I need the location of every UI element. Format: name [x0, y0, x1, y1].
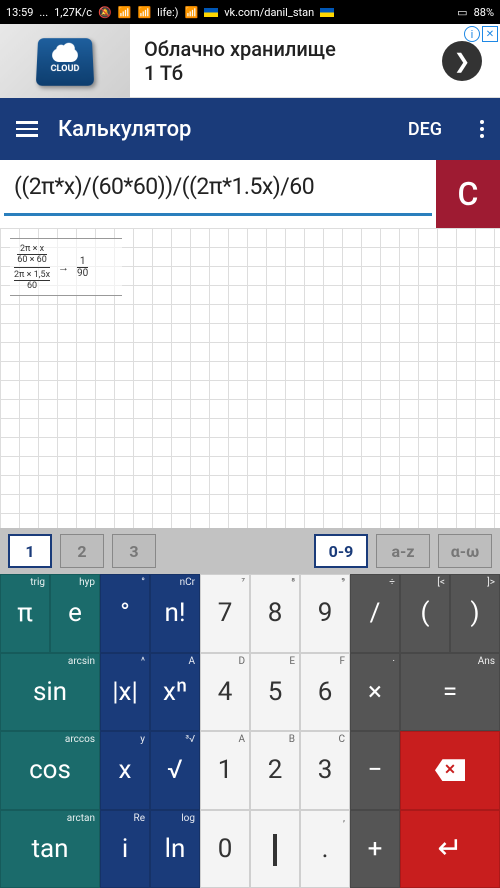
key-7[interactable]: ⁷7 — [200, 574, 250, 653]
result-display: 2π × x 60 × 60 2π × 1,5x 60 → 1 90 — [10, 238, 122, 296]
key-abs[interactable]: ^|x| — [100, 653, 150, 732]
key-subtract[interactable]: − — [350, 731, 400, 810]
keyboard-palette: 1 2 3 0-9 a-z α-ω — [0, 528, 500, 574]
key-backspace[interactable]: ✕ — [400, 731, 500, 810]
key-enter[interactable]: ↵ — [400, 810, 500, 888]
key-multiply[interactable]: ·× — [350, 653, 400, 732]
key-x[interactable]: yx — [100, 731, 150, 810]
key-9[interactable]: ⁹9 — [300, 574, 350, 653]
ad-arrow-icon[interactable]: ❯ — [442, 41, 482, 81]
arrow-right-icon: → — [54, 261, 73, 274]
status-dots: ... — [39, 6, 48, 19]
key-divide[interactable]: ÷/ — [350, 574, 400, 653]
ad-text: Облачно хранилище 1 Тб — [130, 37, 442, 85]
battery-pct: 88% — [474, 6, 494, 19]
key-add[interactable]: + — [350, 810, 400, 888]
clear-button[interactable]: C — [436, 160, 500, 228]
mute-icon: 🔕 — [98, 6, 112, 19]
key-cos[interactable]: arccoscos — [0, 731, 100, 810]
key-i[interactable]: Rei — [100, 810, 150, 888]
expression-input[interactable]: ((2π*x)/(60*60))/((2π*1.5x)/60 — [4, 160, 432, 216]
signal-icon: 📶 — [137, 6, 151, 19]
ad-info-icon[interactable]: i — [464, 26, 480, 42]
key-sqrt[interactable]: ³√√ — [150, 731, 200, 810]
key-lparen[interactable]: [<( — [400, 574, 450, 653]
key-sin[interactable]: arcsinsin — [0, 653, 100, 732]
android-statusbar: 13:59 ... 1,27K/c 🔕 📶 📶 life:) 📶 vk.com/… — [0, 0, 500, 24]
key-8[interactable]: ⁸8 — [250, 574, 300, 653]
signal-icon-2: 📶 — [185, 6, 199, 19]
key-4[interactable]: D4 — [200, 653, 250, 732]
palette-page-3[interactable]: 3 — [112, 534, 156, 568]
key-equals[interactable]: Ans= — [400, 653, 500, 732]
flag-icon — [204, 8, 218, 17]
keypad: trigπhype°°nCrn!⁷7⁸8⁹9÷/[<(]>) arcsinsin^… — [0, 574, 500, 888]
expression-row: ((2π*x)/(60*60))/((2π*1.5x)/60 C — [0, 160, 500, 228]
result-canvas[interactable]: 2π × x 60 × 60 2π × 1,5x 60 → 1 90 — [0, 228, 500, 528]
status-carrier: life:) — [157, 6, 178, 19]
key-6[interactable]: F6 — [300, 653, 350, 732]
menu-icon[interactable] — [16, 121, 38, 137]
ad-close-icon[interactable]: ✕ — [482, 26, 498, 42]
key-e[interactable]: hype — [50, 574, 100, 653]
cloud-key-icon: CLOUD — [36, 38, 94, 86]
key-rparen[interactable]: ]>) — [450, 574, 500, 653]
overflow-menu-icon[interactable] — [480, 120, 484, 138]
key-pow[interactable]: Axⁿ — [150, 653, 200, 732]
key-2[interactable]: B2 — [250, 731, 300, 810]
key-0[interactable]: 0 — [200, 810, 250, 888]
key-degree[interactable]: °° — [100, 574, 150, 653]
ad-subtitle: 1 Тб — [144, 61, 442, 85]
ad-banner[interactable]: CLOUD Облачно хранилище 1 Тб ❯ i ✕ — [0, 24, 500, 98]
status-url: vk.com/danil_stan — [224, 6, 314, 19]
key-pi[interactable]: trigπ — [0, 574, 50, 653]
palette-latin[interactable]: a-z — [376, 534, 430, 568]
app-toolbar: Калькулятор DEG — [0, 98, 500, 160]
palette-page-2[interactable]: 2 — [60, 534, 104, 568]
key-dot[interactable]: ,. — [300, 810, 350, 888]
key-5[interactable]: E5 — [250, 653, 300, 732]
palette-greek[interactable]: α-ω — [438, 534, 492, 568]
key-3[interactable]: C3 — [300, 731, 350, 810]
status-speed: 1,27K/c — [54, 6, 92, 19]
key-tan[interactable]: arctantan — [0, 810, 100, 888]
angle-mode-button[interactable]: DEG — [408, 119, 442, 140]
status-time: 13:59 — [6, 6, 33, 19]
palette-numeric[interactable]: 0-9 — [314, 534, 368, 568]
palette-page-1[interactable]: 1 — [8, 534, 52, 568]
ad-title: Облачно хранилище — [144, 37, 442, 61]
battery-icon: ▭ — [457, 6, 467, 19]
key-ln[interactable]: logln — [150, 810, 200, 888]
key-factorial[interactable]: nCrn! — [150, 574, 200, 653]
flag-icon-2 — [320, 8, 334, 17]
wifi-icon: 📶 — [118, 6, 132, 19]
key-space[interactable] — [250, 810, 300, 888]
ad-image: CLOUD — [0, 24, 130, 98]
app-title: Калькулятор — [58, 117, 388, 142]
key-1[interactable]: A1 — [200, 731, 250, 810]
